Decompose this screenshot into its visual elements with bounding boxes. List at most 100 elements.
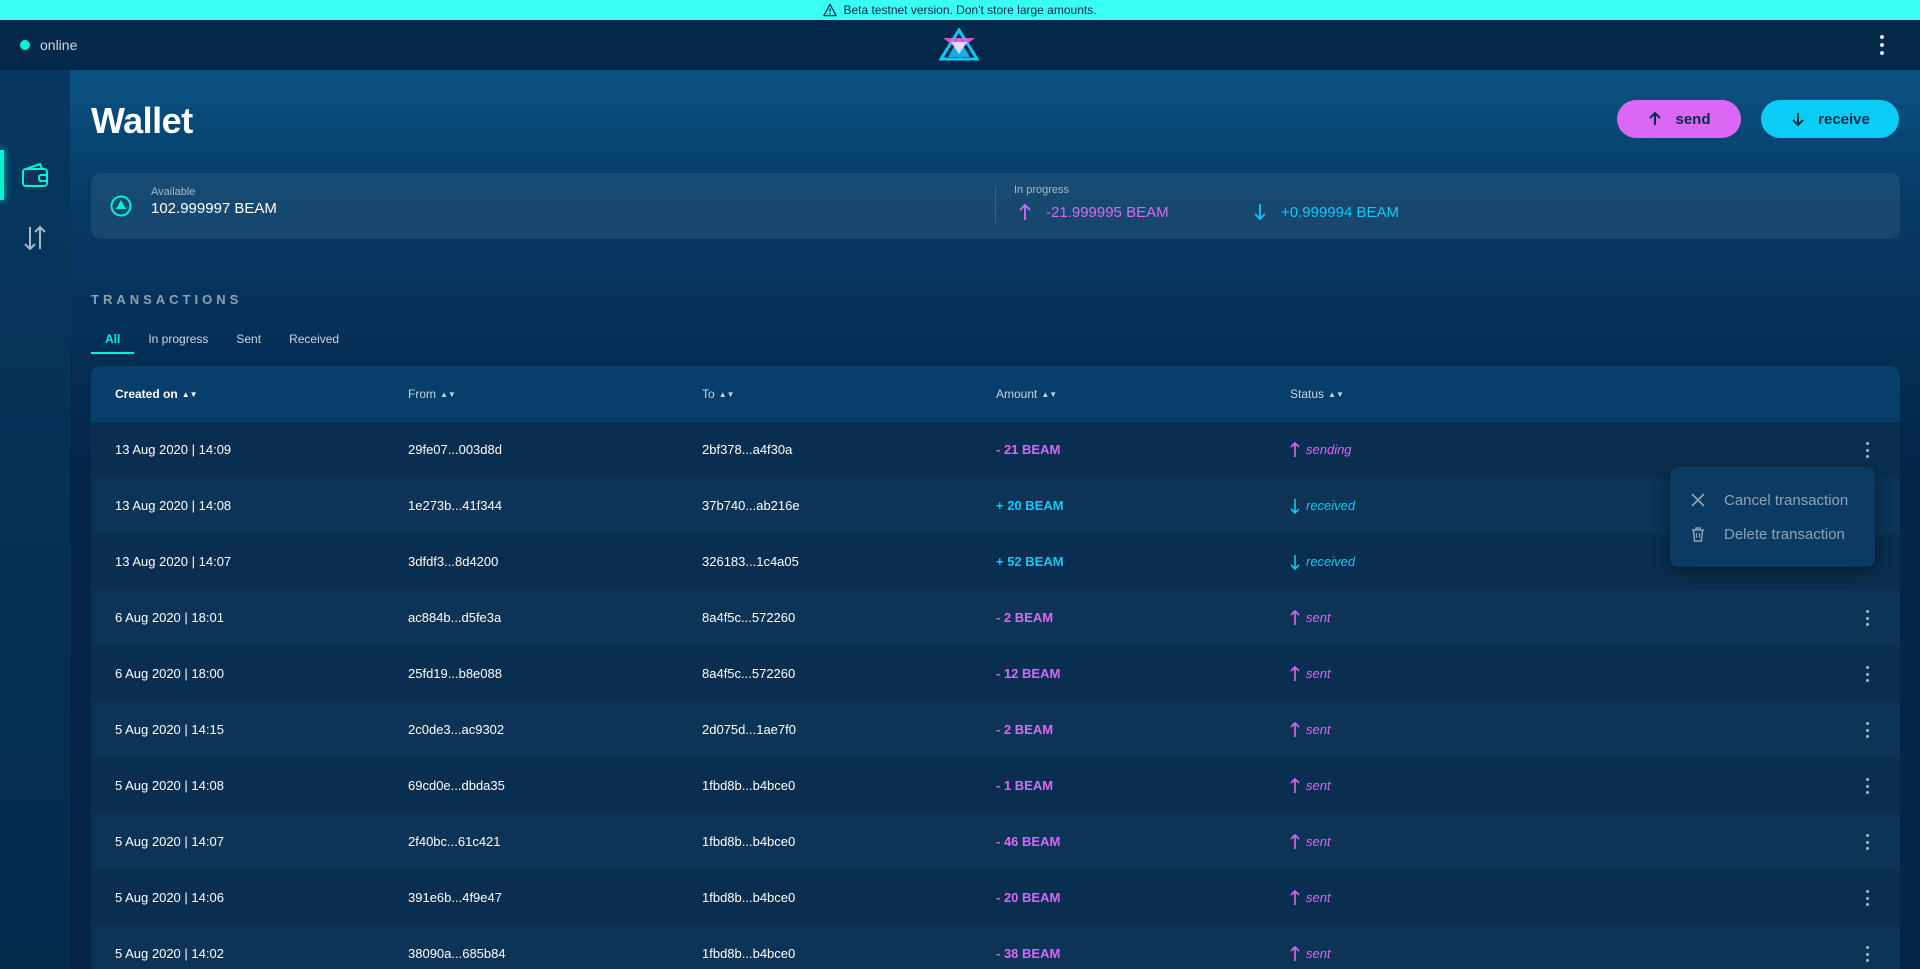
row-menu-kebab-icon[interactable]	[1862, 834, 1872, 850]
cell-created-on: 6 Aug 2020 | 18:01	[115, 610, 224, 625]
table-row[interactable]: 5 Aug 2020 | 14:06 391e6b...4f9e47 1fbd8b.…	[91, 870, 1900, 926]
table-header: Created on ▲▼ From ▲▼ To ▲▼ Amount ▲▼ Status…	[91, 366, 1900, 422]
sort-icon: ▲▼	[718, 390, 735, 399]
row-menu-kebab-icon[interactable]	[1862, 442, 1872, 458]
cell-from: 391e6b...4f9e47	[408, 890, 502, 905]
row-menu-kebab-icon[interactable]	[1862, 890, 1872, 906]
cell-to: 1fbd8b...b4bce0	[702, 778, 796, 793]
cell-to: 1fbd8b...b4bce0	[702, 946, 796, 961]
column-created-on[interactable]: Created on ▲▼	[115, 366, 198, 422]
sort-icon: ▲▼	[1041, 390, 1058, 399]
column-status[interactable]: Status ▲▼	[1290, 366, 1344, 422]
receive-button[interactable]: receive	[1761, 100, 1899, 138]
status-label: sent	[1306, 890, 1331, 905]
arrow-up-icon	[1019, 203, 1031, 220]
incoming-value: +0.999994 BEAM	[1281, 203, 1400, 221]
table-row[interactable]: 13 Aug 2020 | 14:08 1e273b...41f344 37b740…	[91, 478, 1900, 534]
cancel-transaction-item[interactable]: Cancel transaction	[1690, 485, 1848, 515]
table-row[interactable]: 5 Aug 2020 | 14:08 69cd0e...dbda35 1fbd8b.…	[91, 758, 1900, 814]
delete-transaction-label: Delete transaction	[1724, 525, 1845, 543]
arrow-down-icon	[1254, 204, 1266, 221]
cell-status: received	[1290, 534, 1355, 590]
sort-icon: ▲▼	[181, 390, 198, 399]
cell-from: 25fd19...b8e088	[408, 666, 502, 681]
receive-button-label: receive	[1818, 110, 1870, 128]
table-row[interactable]: 13 Aug 2020 | 14:09 29fe07...003d8d 2bf378…	[91, 422, 1900, 478]
warning-icon	[823, 3, 838, 17]
cell-status: sent	[1290, 870, 1331, 926]
status-label: received	[1306, 498, 1356, 513]
tab-in-progress[interactable]: In progress	[134, 330, 222, 354]
cell-status: sent	[1290, 702, 1331, 758]
transactions-table: Created on ▲▼ From ▲▼ To ▲▼ Amount ▲▼ Status…	[91, 366, 1900, 969]
arrow-down-icon	[1290, 555, 1300, 570]
arrow-up-icon	[1290, 890, 1300, 905]
send-button-label: send	[1675, 110, 1711, 128]
cancel-transaction-label: Cancel transaction	[1724, 491, 1849, 509]
cell-amount: - 2 BEAM	[996, 722, 1054, 737]
cell-amount: + 20 BEAM	[996, 498, 1064, 513]
connection-status: online	[20, 37, 77, 53]
cell-to: 2bf378...a4f30a	[702, 442, 793, 457]
sidebar	[0, 70, 70, 969]
tab-all[interactable]: All	[91, 330, 135, 354]
send-button[interactable]: send	[1617, 100, 1741, 138]
transaction-tabs: All In progress Sent Received	[91, 330, 353, 360]
cell-to: 37b740...ab216e	[702, 498, 800, 513]
arrow-up-icon	[1649, 111, 1662, 125]
table-row[interactable]: 6 Aug 2020 | 18:01 ac884b...d5fe3a 8a4f5c.…	[91, 590, 1900, 646]
cell-to: 1fbd8b...b4bce0	[702, 834, 796, 849]
cell-amount: - 38 BEAM	[996, 946, 1061, 961]
cell-status: received	[1290, 478, 1355, 534]
cell-status: sent	[1290, 814, 1331, 870]
tab-received[interactable]: Received	[275, 330, 353, 354]
arrow-up-icon	[1290, 442, 1300, 457]
cell-from: ac884b...d5fe3a	[408, 610, 502, 625]
table-row[interactable]: 13 Aug 2020 | 14:07 3dfdf3...8d4200 326183…	[91, 534, 1900, 590]
cell-to: 8a4f5c...572260	[702, 610, 796, 625]
cell-from: 38090a...685b84	[408, 946, 506, 961]
table-row[interactable]: 5 Aug 2020 | 14:15 2c0de3...ac9302 2d075d.…	[91, 702, 1900, 758]
available-label: Available	[151, 186, 196, 198]
cell-status: sending	[1290, 422, 1352, 478]
transactions-title: TRANSACTIONS	[91, 292, 243, 307]
delete-transaction-item[interactable]: Delete transaction	[1690, 519, 1845, 549]
row-menu-kebab-icon[interactable]	[1862, 610, 1872, 626]
status-label: sent	[1306, 610, 1331, 625]
table-row[interactable]: 6 Aug 2020 | 18:00 25fd19...b8e088 8a4f5c.…	[91, 646, 1900, 702]
table-row[interactable]: 5 Aug 2020 | 14:02 38090a...685b84 1fbd8b.…	[91, 926, 1900, 969]
sort-icon: ▲▼	[1328, 390, 1344, 399]
row-menu-kebab-icon[interactable]	[1862, 722, 1872, 738]
arrow-up-icon	[1290, 778, 1300, 793]
status-dot-icon	[20, 40, 30, 50]
outgoing-in-progress: -21.999995 BEAM	[1018, 203, 1169, 221]
in-progress-label: In progress	[1014, 184, 1070, 196]
row-menu-kebab-icon[interactable]	[1862, 666, 1872, 682]
cell-from: 3dfdf3...8d4200	[408, 554, 499, 569]
arrow-up-icon	[1290, 946, 1300, 961]
table-row[interactable]: 5 Aug 2020 | 14:07 2f40bc...61c421 1fbd8b.…	[91, 814, 1900, 870]
column-amount[interactable]: Amount ▲▼	[996, 366, 1057, 422]
beam-logo	[938, 28, 980, 61]
sidebar-item-swap[interactable]	[0, 213, 70, 263]
tab-sent[interactable]: Sent	[222, 330, 275, 354]
status-label: sent	[1306, 778, 1331, 793]
column-from[interactable]: From ▲▼	[408, 366, 456, 422]
beta-banner: Beta testnet version. Don't store large …	[0, 0, 1920, 20]
cell-status: sent	[1290, 590, 1331, 646]
row-menu-kebab-icon[interactable]	[1862, 946, 1872, 962]
cell-amount: - 46 BEAM	[996, 834, 1061, 849]
sidebar-item-wallet[interactable]	[0, 150, 70, 200]
cell-created-on: 6 Aug 2020 | 18:00	[115, 666, 224, 681]
arrow-down-icon	[1792, 113, 1804, 127]
status-label: sending	[1306, 442, 1352, 457]
cell-from: 2c0de3...ac9302	[408, 722, 505, 737]
column-to[interactable]: To ▲▼	[702, 366, 735, 422]
row-menu-kebab-icon[interactable]	[1862, 778, 1872, 794]
cell-created-on: 13 Aug 2020 | 14:09	[115, 442, 232, 457]
cell-created-on: 5 Aug 2020 | 14:07	[115, 834, 224, 849]
app-menu-kebab-icon[interactable]	[1872, 32, 1892, 58]
close-icon	[1691, 493, 1705, 507]
balance-panel: Available 102.999997 BEAM In progress -2…	[91, 173, 1900, 239]
incoming-in-progress: +0.999994 BEAM	[1253, 203, 1399, 221]
